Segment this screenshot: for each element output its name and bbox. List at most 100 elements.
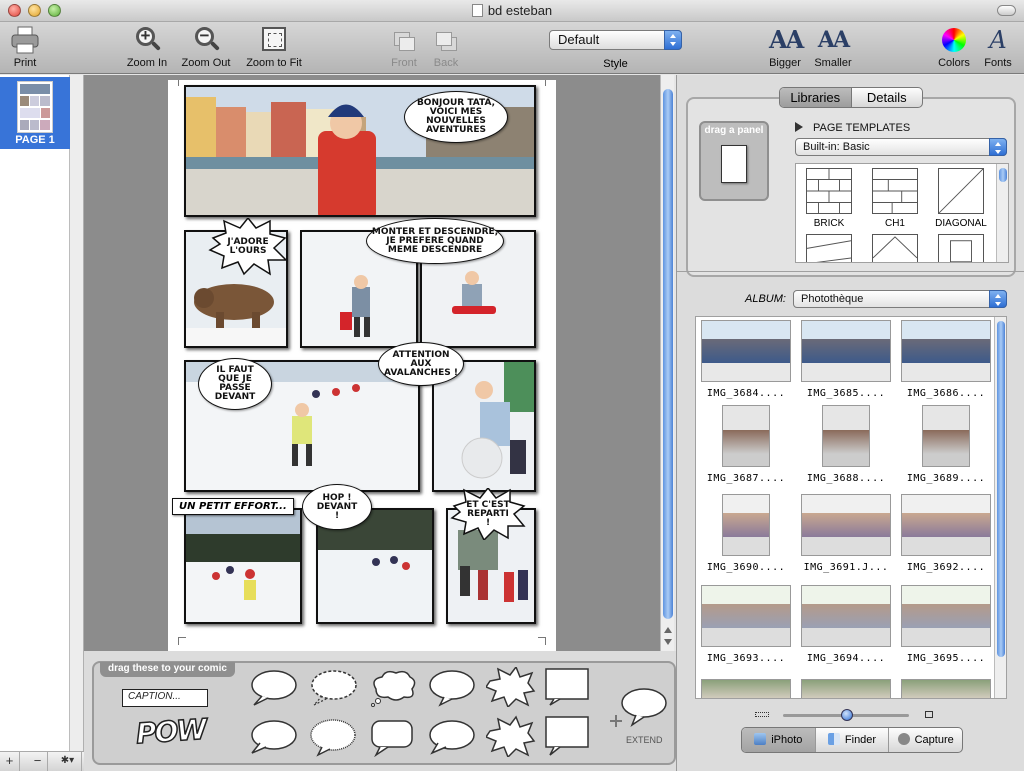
round-speech-element-2[interactable] (248, 717, 298, 757)
page-templates-disclosure[interactable]: PAGE TEMPLATES (795, 122, 910, 134)
photo-browser-scrollbar[interactable] (994, 317, 1006, 698)
speech-bubble-4[interactable]: HOP ! DEVANT ! (302, 484, 372, 530)
smaller-button[interactable]: AA Smaller (810, 24, 856, 69)
rectangle-bubble-element-2[interactable] (544, 715, 594, 757)
drag-a-panel-element[interactable]: drag a panel (699, 121, 769, 201)
extend-bubble-element[interactable] (606, 681, 670, 733)
bigger-button[interactable]: AA Bigger (766, 24, 804, 69)
thought-bubble-1[interactable]: MONTER ET DESCENDRE, JE PREFERE QUAND ME… (366, 218, 504, 264)
pow-element[interactable]: POW (134, 712, 207, 751)
speech-bubble-2[interactable]: IL FAUT QUE JE PASSE DEVANT (198, 358, 272, 410)
photo-label: IMG_3686.... (906, 388, 986, 399)
photo-thumbnail[interactable] (901, 494, 991, 556)
photo-browser: IMG_3684.... IMG_3685.... IMG_3686.... IMG_… (695, 316, 1007, 699)
page-thumbnail-1[interactable]: PAGE 1 (0, 77, 70, 149)
album-popup[interactable]: Photothèque (793, 290, 1007, 308)
fonts-button[interactable]: A Fonts (980, 24, 1016, 69)
photo-label: IMG_3687.... (706, 473, 786, 484)
photo-thumbnail-partial[interactable] (701, 679, 791, 698)
add-page-button[interactable]: + (0, 752, 20, 771)
zoom-in-label: Zoom In (126, 57, 168, 69)
photo-label: IMG_3690.... (706, 562, 786, 573)
slider-knob[interactable] (841, 709, 853, 721)
template-scrollbar[interactable] (996, 164, 1008, 262)
photo-thumbnail-partial[interactable] (801, 679, 891, 698)
template-row2-b[interactable] (872, 234, 918, 263)
photo-thumbnail[interactable] (901, 585, 991, 647)
rectangle-bubble-element[interactable] (544, 667, 594, 707)
comic-elements-palette: drag these to your comic CAPTION... POW … (92, 661, 676, 765)
remove-page-button[interactable]: − (28, 752, 48, 771)
smaller-text-icon: AA (817, 27, 850, 53)
comic-panel-1[interactable]: BONJOUR TATA, VOICI MES NOUVELLES AVENTU… (184, 85, 536, 217)
bubble-text-2: J'ADORE L'OURS (227, 237, 269, 256)
comic-page[interactable]: BONJOUR TATA, VOICI MES NOUVELLES AVENTU… (168, 80, 556, 651)
scroll-up-arrow[interactable] (664, 627, 672, 633)
zoom-in-button[interactable]: + Zoom In (122, 24, 172, 69)
zoom-out-button[interactable]: − Zoom Out (176, 24, 236, 69)
toolbar-toggle-button[interactable] (997, 5, 1016, 16)
photo-label: IMG_3689.... (906, 473, 986, 484)
tab-capture[interactable]: Capture (889, 728, 962, 752)
tab-libraries[interactable]: Libraries (780, 88, 852, 107)
oval-bubble-element-2[interactable] (428, 717, 478, 757)
burst-element-2[interactable] (486, 715, 536, 757)
zoom-to-fit-button[interactable]: Zoom to Fit (240, 24, 308, 69)
photo-thumbnail[interactable] (822, 405, 870, 467)
round-speech-element[interactable] (248, 669, 298, 707)
template-row2-a[interactable] (806, 234, 852, 263)
photo-thumbnail[interactable] (701, 585, 791, 647)
bubble-text-6: HOP ! DEVANT ! (316, 492, 358, 521)
template-brick[interactable] (806, 168, 852, 214)
zoom-out-icon: − (190, 24, 222, 56)
photo-thumbnail[interactable] (722, 405, 770, 467)
photo-thumbnail[interactable] (801, 585, 891, 647)
canvas-vertical-scrollbar[interactable] (660, 75, 674, 651)
blank-panel-icon (721, 145, 747, 183)
shout-bubble-2[interactable]: ET C'EST REPARTI ! (450, 488, 526, 540)
caption-box-1[interactable]: UN PETIT EFFORT... (172, 498, 294, 515)
tab-details[interactable]: Details (852, 88, 923, 107)
bring-to-front-button[interactable]: Front (386, 24, 422, 69)
send-to-back-button[interactable]: Back (428, 24, 464, 69)
colors-button[interactable]: Colors (934, 24, 974, 69)
tab-finder-label: Finder (844, 734, 877, 746)
oval-speech-element[interactable] (428, 669, 478, 707)
speech-bubble-3[interactable]: ATTENTION AUX AVALANCHES ! (378, 342, 464, 386)
scalloped-bubble-element[interactable] (308, 717, 358, 757)
style-popup[interactable]: Default (549, 30, 682, 50)
whisper-bubble-element[interactable] (308, 669, 358, 707)
photo-thumbnail[interactable] (901, 320, 991, 382)
thumbnail-size-slider[interactable] (755, 709, 935, 721)
template-row2-c[interactable] (938, 234, 984, 263)
caption-element[interactable]: CAPTION... (122, 689, 208, 707)
template-diagonal[interactable] (938, 168, 984, 214)
page-action-menu[interactable]: ✱▾ (54, 752, 82, 771)
scroll-thumb[interactable] (663, 89, 673, 619)
photo-thumbnail[interactable] (801, 320, 891, 382)
album-label: ALBUM: (745, 293, 786, 305)
speech-bubble-1[interactable]: BONJOUR TATA, VOICI MES NOUVELLES AVENTU… (404, 91, 508, 143)
bubble-text-1: BONJOUR TATA, VOICI MES NOUVELLES AVENTU… (416, 98, 496, 135)
shout-bubble-1[interactable]: J'ADORE L'OURS (208, 218, 288, 276)
popup-arrows-icon (989, 290, 1007, 308)
photo-thumbnail[interactable] (722, 494, 770, 556)
comic-panel-7[interactable] (184, 508, 302, 624)
photo-thumbnail[interactable] (701, 320, 791, 382)
photo-thumbnail[interactable] (801, 494, 891, 556)
capture-icon (897, 733, 910, 745)
thought-cloud-element[interactable] (368, 669, 418, 707)
library-panel: Libraries Details drag a panel PAGE TEMP… (676, 75, 1024, 771)
template-set-popup[interactable]: Built-in: Basic (795, 138, 1007, 156)
sidebar-splitter[interactable] (70, 75, 84, 751)
template-grid: BRICK CH1 DIAGONAL (795, 163, 1009, 263)
photo-thumbnail[interactable] (922, 405, 970, 467)
rounded-rect-bubble-element[interactable] (368, 717, 418, 757)
tab-iphoto[interactable]: iPhoto (742, 728, 816, 752)
tab-finder[interactable]: Finder (816, 728, 890, 752)
template-ch1[interactable] (872, 168, 918, 214)
print-button[interactable]: Print (6, 24, 44, 69)
burst-element[interactable] (486, 667, 536, 707)
scroll-down-arrow[interactable] (664, 639, 672, 645)
photo-thumbnail-partial[interactable] (901, 679, 991, 698)
